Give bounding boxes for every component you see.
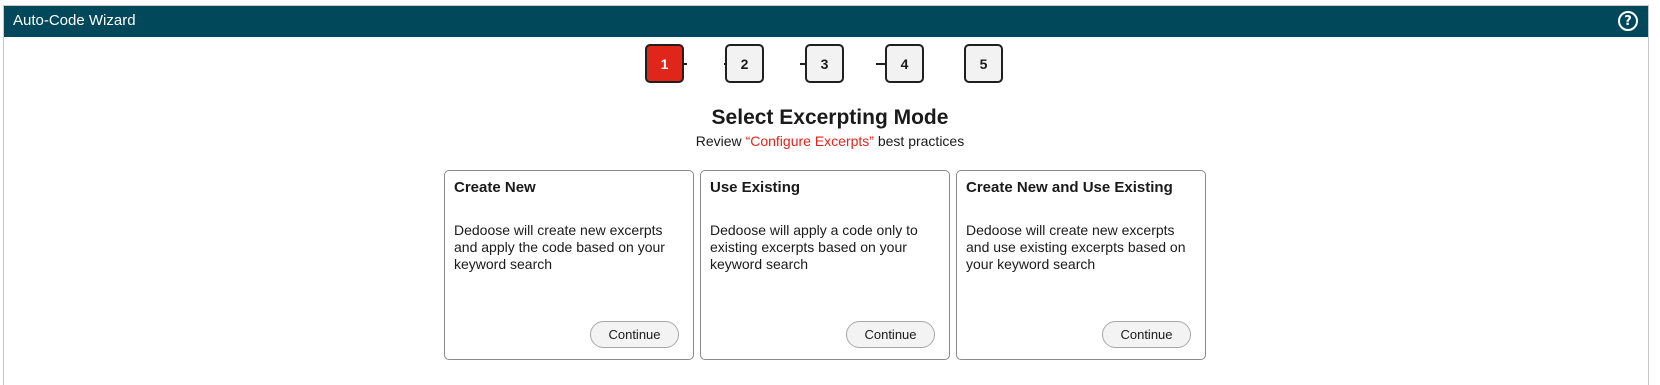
continue-button[interactable]: Continue xyxy=(1102,321,1191,348)
card-title: Create New xyxy=(454,179,536,196)
card-description: Dedoose will create new excerpts and use… xyxy=(966,222,1186,272)
review-prefix: Review xyxy=(695,133,742,149)
step-4[interactable]: 4 xyxy=(885,44,924,83)
card-title: Create New and Use Existing xyxy=(966,179,1173,196)
step-5[interactable]: 5 xyxy=(964,44,1003,83)
page-title: Select Excerpting Mode xyxy=(711,106,949,129)
continue-button[interactable]: Continue xyxy=(846,321,935,348)
step-2[interactable]: 2 xyxy=(725,44,764,83)
card-title: Use Existing xyxy=(710,179,801,196)
step-1[interactable]: 1 xyxy=(645,44,684,83)
mode-card-use-existing: Use Existing Dedoose will apply a code o… xyxy=(700,170,950,360)
mode-card-create-new: Create New Dedoose will create new excer… xyxy=(444,170,694,360)
card-description: Dedoose will create new excerpts and app… xyxy=(454,222,665,272)
step-3[interactable]: 3 xyxy=(805,44,844,83)
configure-excerpts-link[interactable]: “Configure Excerpts” xyxy=(746,133,874,149)
continue-button[interactable]: Continue xyxy=(590,321,679,348)
review-suffix: best practices xyxy=(877,133,965,149)
wizard-stepper: 1 2 3 4 5 xyxy=(0,0,1660,100)
review-note: Review “Configure Excerpts” best practic… xyxy=(0,133,1660,149)
card-description: Dedoose will apply a code only to existi… xyxy=(710,222,918,272)
mode-card-create-and-use-existing: Create New and Use Existing Dedoose will… xyxy=(956,170,1206,360)
